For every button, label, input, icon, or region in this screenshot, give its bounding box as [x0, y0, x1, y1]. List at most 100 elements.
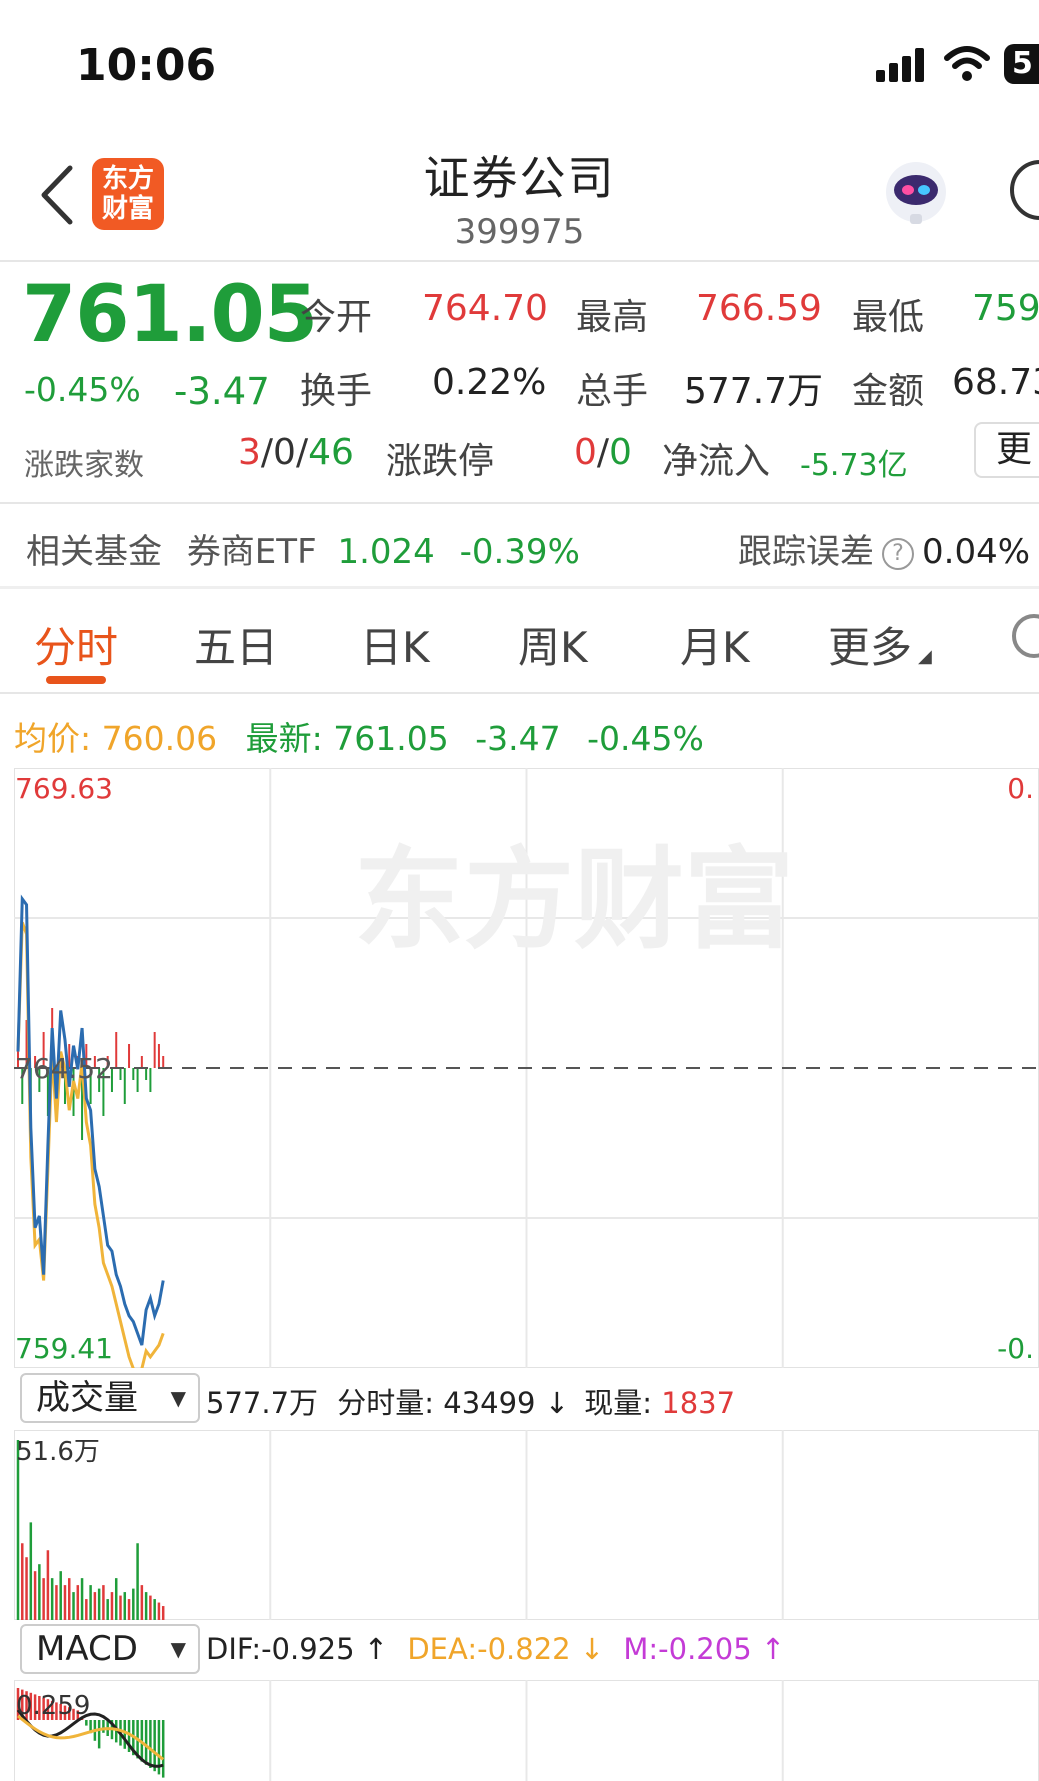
tracking-label: 跟踪误差: [738, 532, 874, 572]
battery-icon: 5: [1004, 44, 1039, 84]
fund-label: 相关基金: [26, 532, 162, 572]
current-volume-label: 现量:: [584, 1386, 653, 1420]
breadth-down: 46: [308, 432, 354, 473]
latest-value: 761.05: [333, 719, 449, 758]
tabs-divider: [0, 692, 1039, 694]
volume-chart[interactable]: 51.6万: [14, 1430, 1039, 1620]
breadth-label: 涨跌家数: [24, 448, 144, 483]
volume-select-label: 成交量: [36, 1378, 138, 1418]
tab-weekly-k[interactable]: 周K: [518, 614, 588, 675]
tab-five-day[interactable]: 五日: [194, 614, 278, 675]
up-arrow-icon: ↑: [751, 1632, 786, 1666]
amount-label: 金额: [852, 371, 925, 412]
avg-label: 均价:: [14, 719, 92, 758]
header-divider: [0, 260, 1039, 262]
volume-indicator-select[interactable]: 成交量 ▼: [20, 1373, 200, 1423]
help-icon[interactable]: ?: [882, 537, 914, 570]
current-volume-value: 1837: [661, 1386, 736, 1420]
breadth-values: 3/0/46: [238, 432, 354, 473]
more-quote-button[interactable]: 更: [974, 422, 1039, 478]
volume-value: 577.7万: [684, 371, 824, 412]
netflow-label: 净流入: [662, 441, 771, 482]
limit-down: 0: [609, 432, 632, 473]
tab-active-indicator: [46, 676, 106, 684]
fund-change: -0.39%: [459, 532, 580, 572]
dif-value: -0.925: [261, 1632, 355, 1666]
tab-intraday[interactable]: 分时: [34, 614, 118, 675]
amount-value: 68.73: [952, 362, 1039, 403]
tracking-value: 0.04%: [922, 532, 1031, 572]
y-axis-top: 769.63: [15, 772, 113, 805]
intraday-chart[interactable]: 东方财富 769.63 759.41 764.52 0. -0.: [14, 768, 1039, 1368]
open-value: 764.70: [422, 288, 548, 329]
right-axis-bottom: -0.: [997, 1332, 1034, 1365]
m-value: -0.205: [658, 1632, 752, 1666]
limit-label: 涨跌停: [386, 441, 495, 482]
watermark: 东方财富: [354, 836, 794, 964]
tab-more-label: 更多: [828, 623, 913, 672]
open-label: 今开: [300, 297, 373, 338]
y-axis-bottom: 759.41: [15, 1332, 113, 1365]
breadth-flat: 0: [273, 432, 296, 473]
macd-chart[interactable]: 0.259: [14, 1680, 1039, 1781]
low-value: 759: [972, 288, 1039, 329]
tracking-error-row: 跟踪误差? 0.04%: [738, 524, 1030, 573]
up-arrow-icon: ↑: [354, 1632, 389, 1666]
latest-change: -3.47: [475, 719, 561, 758]
m-label: M:: [623, 1632, 659, 1666]
chart-header: 均价: 760.06 最新: 761.05 -3.47 -0.45%: [14, 712, 704, 760]
low-label: 最低: [852, 297, 925, 338]
volume-header: 成交量 ▼: [20, 1373, 200, 1423]
volume-info: 577.7万 分时量: 43499 ↓ 现量: 1837: [206, 1380, 735, 1422]
down-arrow-icon: ↓: [544, 1386, 570, 1420]
wifi-icon: [944, 46, 990, 81]
avg-value: 760.06: [101, 719, 218, 758]
tab-more[interactable]: 更多 ◢: [828, 614, 932, 675]
dropdown-caret-icon: ▼: [170, 1637, 186, 1661]
settings-gear-icon[interactable]: [1012, 614, 1039, 658]
macd-indicator-select[interactable]: MACD ▼: [20, 1624, 200, 1674]
macd-info: DIF:-0.925 ↑ DEA:-0.822 ↓ M:-0.205 ↑: [206, 1632, 785, 1666]
dif-label: DIF:: [206, 1632, 262, 1666]
latest-pct: -0.45%: [587, 719, 704, 758]
avg-price-line: [16, 921, 165, 1368]
price-line: [16, 894, 165, 1346]
change-percent: -0.45%: [24, 370, 141, 409]
fund-price: 1.024: [337, 532, 435, 572]
change-amount: -3.47: [174, 370, 270, 413]
dropdown-caret-icon: ▼: [170, 1386, 186, 1410]
volume-total: 577.7万: [206, 1386, 319, 1420]
per-minute-label: 分时量:: [337, 1386, 435, 1420]
high-label: 最高: [576, 297, 649, 338]
latest-label: 最新:: [245, 719, 323, 758]
macd-header: MACD ▼: [20, 1624, 200, 1674]
per-minute-value: 43499: [443, 1386, 536, 1420]
volume-max-label: 51.6万: [16, 1437, 100, 1467]
dea-value: -0.822: [477, 1632, 571, 1666]
related-fund-row[interactable]: 相关基金 券商ETF 1.024 -0.39%: [26, 524, 580, 573]
status-time: 10:06: [76, 40, 217, 91]
prev-close-label: 764.52: [15, 1052, 113, 1085]
high-value: 766.59: [696, 288, 822, 329]
turnover-label: 换手: [300, 371, 373, 412]
limit-values: 0/0: [574, 432, 632, 473]
fund-name: 券商ETF: [186, 532, 317, 572]
quote-divider: [0, 502, 1039, 504]
assistant-robot-icon[interactable]: [880, 156, 952, 228]
breadth-up: 3: [238, 432, 261, 473]
netflow-value: -5.73亿: [800, 448, 908, 483]
volume-label: 总手: [576, 371, 649, 412]
dea-label: DEA:: [407, 1632, 478, 1666]
tab-monthly-k[interactable]: 月K: [680, 614, 750, 675]
cellular-signal-icon: [876, 48, 924, 82]
macd-top-label: 0.259: [16, 1691, 90, 1721]
turnover-value: 0.22%: [432, 362, 547, 403]
limit-up: 0: [574, 432, 597, 473]
down-arrow-icon: ↓: [570, 1632, 605, 1666]
right-axis-top: 0.: [1007, 772, 1034, 805]
tab-daily-k[interactable]: 日K: [360, 614, 430, 675]
macd-select-label: MACD: [36, 1629, 138, 1669]
fund-divider: [0, 586, 1039, 589]
current-price: 761.05: [22, 270, 318, 360]
tab-more-caret-icon: ◢: [918, 646, 932, 667]
